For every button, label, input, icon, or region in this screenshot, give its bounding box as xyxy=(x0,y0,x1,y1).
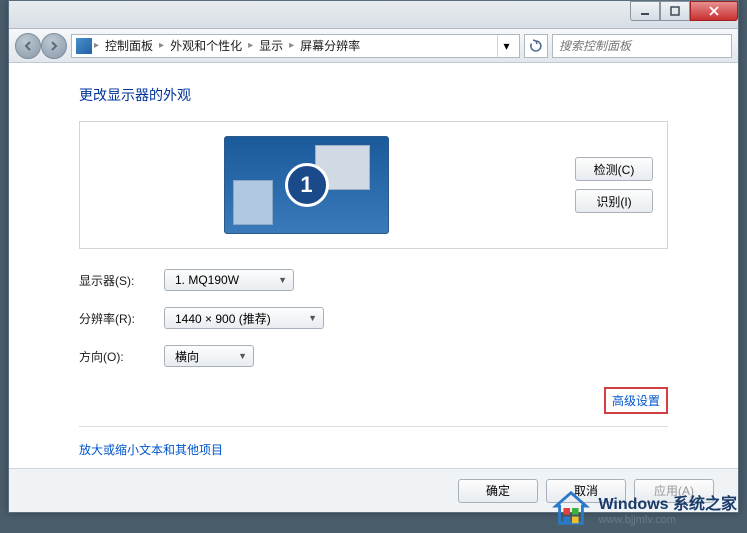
chevron-right-icon: ▸ xyxy=(248,40,253,51)
display-label: 显示器(S): xyxy=(79,272,164,289)
close-button[interactable] xyxy=(690,1,738,21)
advanced-row: 高级设置 xyxy=(79,387,668,414)
page-title: 更改显示器的外观 xyxy=(79,85,668,105)
resolution-row: 分辨率(R): 1440 × 900 (推荐) ▼ xyxy=(79,307,668,329)
back-button[interactable] xyxy=(15,33,41,59)
chevron-down-icon: ▼ xyxy=(238,351,247,361)
minimize-button[interactable] xyxy=(630,1,660,21)
chevron-right-icon: ▸ xyxy=(94,40,99,51)
orientation-label: 方向(O): xyxy=(79,348,164,365)
search-box[interactable] xyxy=(552,34,732,58)
resolution-value: 1440 × 900 (推荐) xyxy=(175,310,271,327)
monitor-preview[interactable]: 1 xyxy=(224,136,389,234)
orientation-value: 横向 xyxy=(175,348,199,365)
chevron-right-icon: ▸ xyxy=(159,40,164,51)
refresh-button[interactable] xyxy=(524,34,548,58)
chevron-down-icon: ▼ xyxy=(308,313,317,323)
content-area: 更改显示器的外观 1 检测(C) 识别(I) 显示器(S): 1. MQ190W… xyxy=(9,63,738,468)
control-panel-icon xyxy=(76,38,92,54)
watermark-text: Windows 系统之家 www.bjjmlv.com xyxy=(598,490,737,526)
control-panel-window: ▸ 控制面板 ▸ 外观和个性化 ▸ 显示 ▸ 屏幕分辨率 ▾ 更改显示器的外观 … xyxy=(8,0,739,513)
titlebar xyxy=(9,1,738,29)
navigation-bar: ▸ 控制面板 ▸ 外观和个性化 ▸ 显示 ▸ 屏幕分辨率 ▾ xyxy=(9,29,738,63)
zoom-text-link[interactable]: 放大或缩小文本和其他项目 xyxy=(79,441,668,458)
monitor-number-badge: 1 xyxy=(285,163,329,207)
window-controls xyxy=(630,1,738,21)
advanced-highlight: 高级设置 xyxy=(604,387,668,414)
breadcrumb-item[interactable]: 屏幕分辨率 xyxy=(296,37,364,54)
maximize-button[interactable] xyxy=(660,1,690,21)
detect-button[interactable]: 检测(C) xyxy=(575,157,653,181)
display-dropdown[interactable]: 1. MQ190W ▼ xyxy=(164,269,294,291)
breadcrumb[interactable]: ▸ 控制面板 ▸ 外观和个性化 ▸ 显示 ▸ 屏幕分辨率 ▾ xyxy=(71,34,520,58)
chevron-down-icon: ▼ xyxy=(278,275,287,285)
desktop-thumbnail xyxy=(233,180,273,225)
ok-button[interactable]: 确定 xyxy=(458,479,538,503)
search-input[interactable] xyxy=(559,39,725,53)
forward-button[interactable] xyxy=(41,33,67,59)
breadcrumb-item[interactable]: 控制面板 xyxy=(101,37,157,54)
watermark-title: Windows 系统之家 xyxy=(598,490,737,514)
monitor-buttons: 检测(C) 识别(I) xyxy=(575,157,653,213)
breadcrumb-item[interactable]: 外观和个性化 xyxy=(166,37,246,54)
resolution-dropdown[interactable]: 1440 × 900 (推荐) ▼ xyxy=(164,307,324,329)
display-row: 显示器(S): 1. MQ190W ▼ xyxy=(79,269,668,291)
orientation-row: 方向(O): 横向 ▼ xyxy=(79,345,668,367)
divider xyxy=(79,426,668,427)
help-links: 放大或缩小文本和其他项目 我应该选择什么显示器设置？ xyxy=(79,441,668,468)
watermark-logo xyxy=(552,489,590,527)
nav-arrows xyxy=(15,33,67,59)
chevron-right-icon: ▸ xyxy=(289,40,294,51)
display-value: 1. MQ190W xyxy=(175,273,239,287)
monitor-preview-section: 1 检测(C) 识别(I) xyxy=(79,121,668,249)
identify-button[interactable]: 识别(I) xyxy=(575,189,653,213)
breadcrumb-item[interactable]: 显示 xyxy=(255,37,287,54)
orientation-dropdown[interactable]: 横向 ▼ xyxy=(164,345,254,367)
resolution-label: 分辨率(R): xyxy=(79,310,164,327)
watermark-url: www.bjjmlv.com xyxy=(598,514,737,526)
breadcrumb-dropdown[interactable]: ▾ xyxy=(497,35,515,57)
watermark: Windows 系统之家 www.bjjmlv.com xyxy=(552,489,737,527)
advanced-settings-link[interactable]: 高级设置 xyxy=(612,394,660,408)
